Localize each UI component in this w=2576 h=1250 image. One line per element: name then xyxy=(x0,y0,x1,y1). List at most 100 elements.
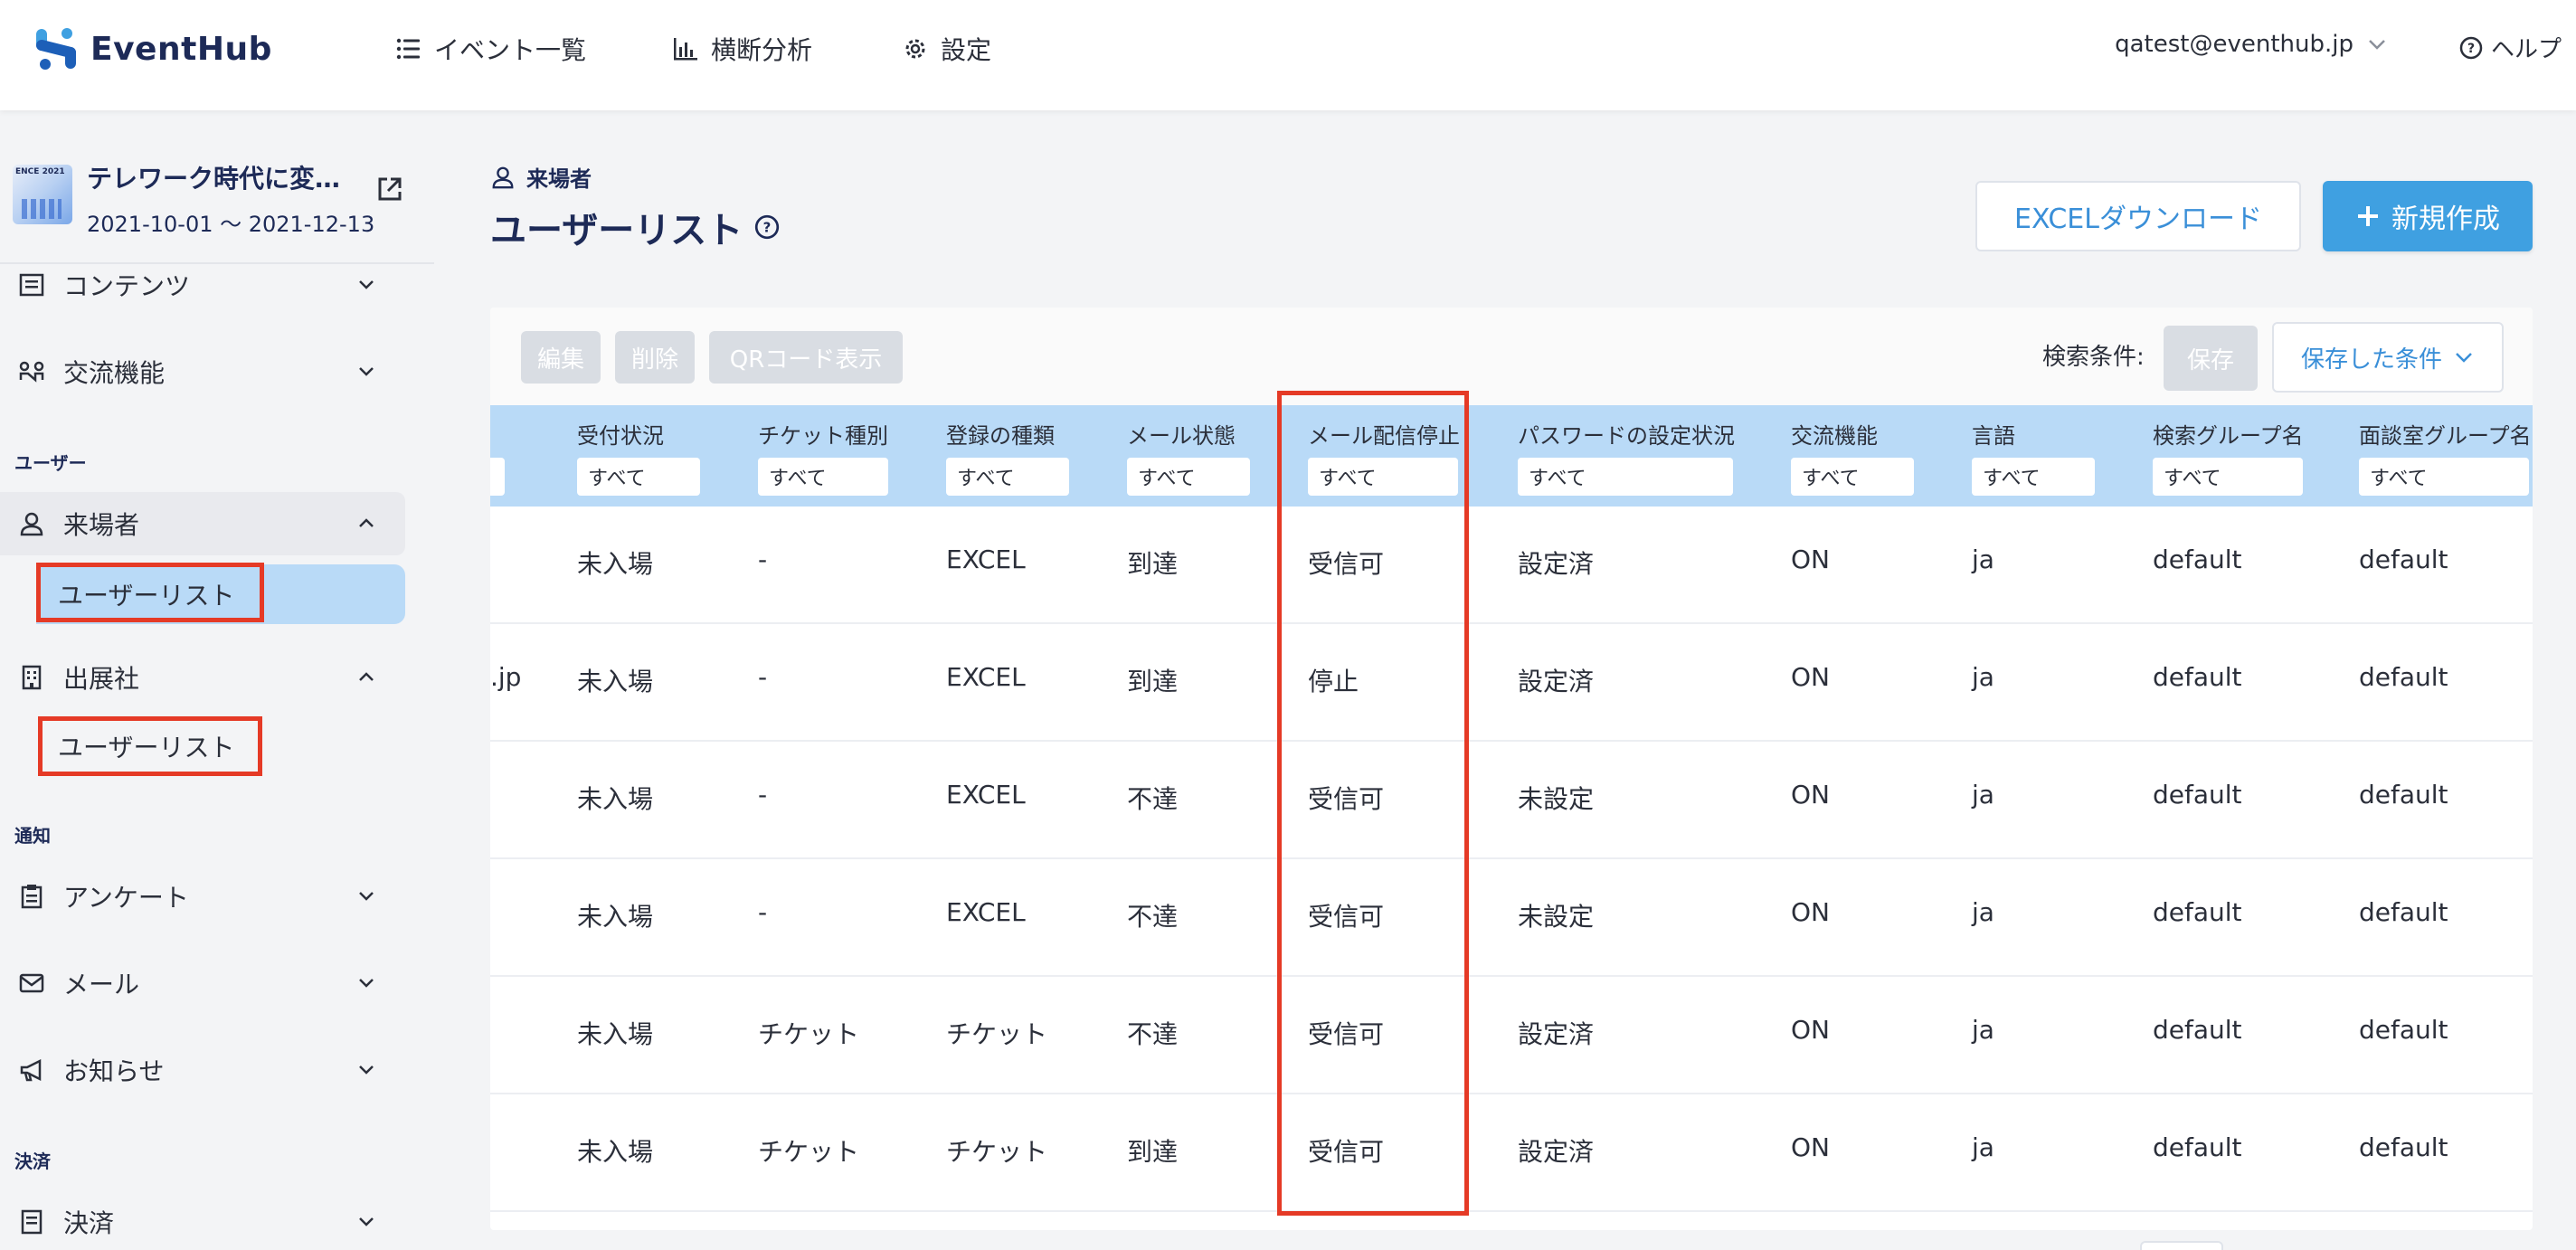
sidebar-item-networking[interactable]: 交流機能 xyxy=(0,340,405,403)
user-table-panel: 編集 削除 QRコード表示 検索条件: 保存 保存した条件 受付状況 すべて チ… xyxy=(490,308,2533,1230)
external-link-icon[interactable] xyxy=(374,174,405,204)
column-header-search-group[interactable]: 検索グループ名 xyxy=(2153,418,2304,450)
table-row[interactable]: 未入場 - EXCEL 不達 受信可 未設定 ON ja default default xyxy=(490,742,2533,859)
clipboard-icon xyxy=(21,885,43,909)
delete-button[interactable]: 削除 xyxy=(615,331,695,384)
filter-ticket-type[interactable]: すべて xyxy=(758,458,888,496)
mail-icon xyxy=(19,973,44,993)
breadcrumb: 来場者 xyxy=(490,161,592,193)
cell-meeting-room-group: default xyxy=(2359,1015,2448,1045)
help-icon[interactable]: ? xyxy=(753,213,781,241)
qr-code-button[interactable]: QRコード表示 xyxy=(709,331,903,384)
column-header-mail-status[interactable]: メール状態 xyxy=(1127,418,1236,450)
column-header-language[interactable]: 言語 xyxy=(1972,418,2015,450)
filter-mail-unsubscribe[interactable]: すべて xyxy=(1308,458,1458,496)
filter-search-group[interactable]: すべて xyxy=(2153,458,2303,496)
nav-cross-analysis[interactable]: 横断分析 xyxy=(671,31,812,67)
table-toolbar: 編集 削除 QRコード表示 検索条件: 保存 保存した条件 xyxy=(490,308,2533,405)
sidebar-item-label: 出展社 xyxy=(63,664,140,694)
table-header: 受付状況 すべて チケット種別 すべて 登録の種類 すべて メール状態 すべて … xyxy=(490,405,2533,507)
filter-meeting-room-group[interactable]: すべて xyxy=(2359,458,2529,496)
excel-download-button[interactable]: EXCELダウンロード xyxy=(1975,181,2301,251)
sidebar-item-contents[interactable]: コンテンツ xyxy=(0,253,405,317)
sidebar: ENCE 2021 テレワーク時代に変… 2021-10-01 ～ 2021-1… xyxy=(0,110,434,1250)
chevron-down-icon xyxy=(359,892,374,901)
cell-registration-type: チケット xyxy=(946,1137,1048,1167)
sidebar-item-label: 交流機能 xyxy=(63,358,166,388)
column-header-password-status[interactable]: パスワードの設定状況 xyxy=(1518,418,1735,450)
cell-meeting-room-group: default xyxy=(2359,780,2448,810)
sidebar-item-mail[interactable]: メール xyxy=(0,952,405,1015)
help-link[interactable]: ? ヘルプ xyxy=(2458,31,2562,64)
cell-language: ja xyxy=(1972,780,1994,810)
sidebar-item-survey[interactable]: アンケート xyxy=(0,865,405,928)
event-thumbnail: ENCE 2021 xyxy=(13,165,72,224)
saved-conditions-dropdown[interactable]: 保存した条件 xyxy=(2272,322,2504,393)
contents-icon xyxy=(19,273,44,297)
nav-settings[interactable]: 設定 xyxy=(901,31,991,67)
cell-reception: 未入場 xyxy=(577,902,654,932)
cell-language: ja xyxy=(1972,545,1994,574)
cell-search-group: default xyxy=(2153,780,2242,810)
sidebar-sub-exhibitors-user-list[interactable]: ユーザーリスト xyxy=(36,716,234,776)
sidebar-item-label: アンケート xyxy=(63,883,189,913)
help-label: ヘルプ xyxy=(2490,36,2562,63)
pagination-control[interactable] xyxy=(2140,1241,2223,1250)
sidebar-item-visitors[interactable]: 来場者 xyxy=(0,492,405,555)
sidebar-sub-visitors-user-list[interactable]: ユーザーリスト xyxy=(36,564,405,624)
cell-ticket-type: - xyxy=(758,545,768,574)
filter-language[interactable]: すべて xyxy=(1972,458,2095,496)
cell-networking: ON xyxy=(1791,662,1830,692)
cell-search-group: default xyxy=(2153,662,2242,692)
filter-registration-type[interactable]: すべて xyxy=(946,458,1069,496)
column-header-meeting-room-group[interactable]: 面談室グループ名 xyxy=(2359,418,2532,450)
cell-mail-unsubscribe: 受信可 xyxy=(1308,902,1385,932)
nav-event-list[interactable]: イベント一覧 xyxy=(394,31,586,67)
cell-password-status: 設定済 xyxy=(1518,1137,1595,1167)
cell-meeting-room-group: default xyxy=(2359,662,2448,692)
save-conditions-button[interactable]: 保存 xyxy=(2164,326,2258,391)
cell-mail-status: 不達 xyxy=(1127,784,1179,814)
receipt-icon xyxy=(21,1209,43,1235)
table-row[interactable]: 未入場 チケット チケット 不達 受信可 設定済 ON ja default default xyxy=(490,977,2533,1094)
cell-networking: ON xyxy=(1791,1132,1830,1162)
saved-conditions-label: 保存した条件 xyxy=(2300,346,2442,374)
cell-password-status: 未設定 xyxy=(1518,902,1595,932)
filter-networking[interactable]: すべて xyxy=(1791,458,1914,496)
filter-password-status[interactable]: すべて xyxy=(1518,458,1733,496)
cell-password-status: 設定済 xyxy=(1518,667,1595,696)
filter-reception[interactable]: すべて xyxy=(577,458,700,496)
edit-button[interactable]: 編集 xyxy=(521,331,601,384)
filter-mail-status[interactable]: すべて xyxy=(1127,458,1250,496)
filter-partial[interactable] xyxy=(490,458,505,496)
chevron-down-icon xyxy=(359,280,374,289)
sidebar-item-news[interactable]: お知らせ xyxy=(0,1038,405,1102)
column-header-networking[interactable]: 交流機能 xyxy=(1791,418,1878,450)
sidebar-item-payment[interactable]: 決済 xyxy=(0,1190,405,1250)
column-header-reception[interactable]: 受付状況 xyxy=(577,418,664,450)
account-menu[interactable]: qatest@eventhub.jp xyxy=(2115,31,2388,58)
table-row[interactable]: 未入場 - EXCEL 到達 受信可 設定済 ON ja default default xyxy=(490,507,2533,624)
chevron-down-icon xyxy=(359,979,374,988)
chevron-down-icon xyxy=(359,1065,374,1075)
gear-icon xyxy=(905,39,925,59)
table-row[interactable]: .jp 未入場 - EXCEL 到達 停止 設定済 ON ja default default xyxy=(490,624,2533,742)
cell-mail-unsubscribe: 受信可 xyxy=(1308,784,1385,814)
cell-reception: 未入場 xyxy=(577,1137,654,1167)
cell-language: ja xyxy=(1972,897,1994,927)
nav-settings-label: 設定 xyxy=(941,35,992,65)
create-new-button[interactable]: 新規作成 xyxy=(2323,181,2533,251)
cell-registration-type: チケット xyxy=(946,1019,1048,1049)
column-header-registration-type[interactable]: 登録の種類 xyxy=(946,418,1055,450)
sidebar-item-exhibitors[interactable]: 出展社 xyxy=(0,646,405,709)
building-icon xyxy=(22,665,42,690)
cell-meeting-room-group: default xyxy=(2359,545,2448,574)
app-logo[interactable]: EventHub xyxy=(34,25,272,72)
column-header-mail-unsubscribe[interactable]: メール配信停止 xyxy=(1308,418,1460,450)
cell-search-group: default xyxy=(2153,1015,2242,1045)
column-header-ticket-type[interactable]: チケット種別 xyxy=(758,418,888,450)
table-row[interactable]: 未入場 - EXCEL 不達 受信可 未設定 ON ja default default xyxy=(490,859,2533,977)
chevron-up-icon xyxy=(359,518,374,527)
table-row[interactable]: 未入場 チケット チケット 到達 受信可 設定済 ON ja default default xyxy=(490,1094,2533,1212)
cell-networking: ON xyxy=(1791,897,1830,927)
